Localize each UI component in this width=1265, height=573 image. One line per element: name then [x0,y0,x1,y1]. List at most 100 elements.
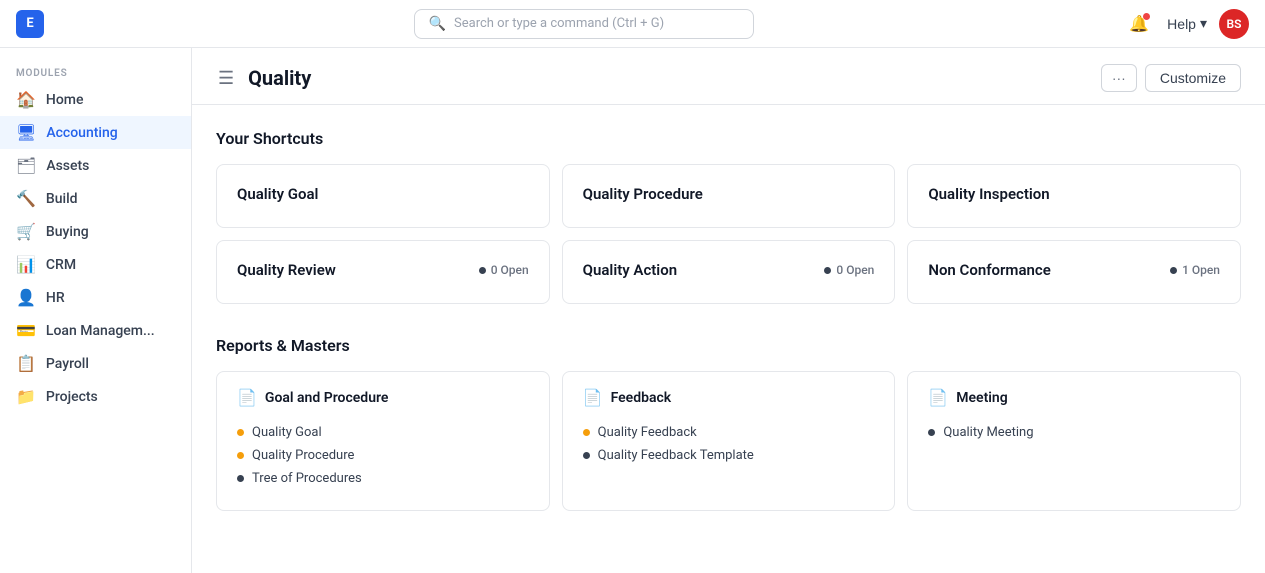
report-card-header: 📄 Meeting [928,388,1220,407]
document-icon: 📄 [583,388,603,407]
sidebar-item-hr[interactable]: 👤 HR [0,281,191,314]
list-dot [583,429,590,436]
hr-icon: 👤 [16,288,36,307]
sidebar-item-label: Build [46,191,78,207]
reports-section: Reports & Masters 📄 Goal and Procedure Q… [216,336,1241,511]
avatar[interactable]: BS [1219,9,1249,39]
main-content: ☰ Quality ··· Customize Your Shortcuts Q… [192,48,1265,573]
list-item[interactable]: Quality Feedback [583,421,875,444]
report-card-goal-procedure[interactable]: 📄 Goal and Procedure Quality Goal Qualit… [216,371,550,511]
search-icon: 🔍 [429,16,446,32]
list-dot [928,429,935,436]
shortcut-card-title: Quality Inspection [928,185,1049,203]
hamburger-button[interactable]: ☰ [216,66,236,91]
list-item-label: Quality Feedback [598,425,697,440]
report-list: Quality Goal Quality Procedure Tree of P… [237,421,529,490]
report-card-header: 📄 Feedback [583,388,875,407]
shortcut-card-title: Non Conformance [928,261,1050,279]
assets-icon: 🗂 [16,156,36,175]
report-card-feedback[interactable]: 📄 Feedback Quality Feedback Quality Feed… [562,371,896,511]
notification-bell[interactable]: 🔔 [1123,8,1155,40]
shortcut-card-title: Quality Procedure [583,185,703,203]
sidebar-item-buying[interactable]: 🛒 Buying [0,215,191,248]
list-item-label: Quality Procedure [252,448,354,463]
topnav-right: 🔔 Help ▾ BS [1123,8,1249,40]
shortcut-card-title: Quality Goal [237,185,318,203]
search-placeholder: Search or type a command (Ctrl + G) [454,16,664,31]
topnav-center: 🔍 Search or type a command (Ctrl + G) [44,9,1123,39]
build-icon: 🔨 [16,189,36,208]
reports-grid: 📄 Goal and Procedure Quality Goal Qualit… [216,371,1241,511]
open-dot [479,267,486,274]
sidebar-item-accounting[interactable]: 🖥 Accounting [0,116,191,149]
sidebar-item-build[interactable]: 🔨 Build [0,182,191,215]
report-list: Quality Feedback Quality Feedback Templa… [583,421,875,467]
sidebar-item-crm[interactable]: 📊 CRM [0,248,191,281]
projects-icon: 📁 [16,387,36,406]
page-title: Quality [248,66,311,90]
list-item-label: Tree of Procedures [252,471,362,486]
sidebar-item-payroll[interactable]: 📋 Payroll [0,347,191,380]
list-item[interactable]: Quality Feedback Template [583,444,875,467]
report-card-title: Feedback [611,390,672,406]
app-icon[interactable]: E [16,10,44,38]
list-item-label: Quality Meeting [943,425,1033,440]
list-item[interactable]: Quality Meeting [928,421,1220,444]
list-dot [237,475,244,482]
home-icon: 🏠 [16,90,36,109]
page-header: ☰ Quality ··· Customize [192,48,1265,105]
shortcut-card-non-conformance[interactable]: Non Conformance 1 Open [907,240,1241,304]
chevron-down-icon: ▾ [1200,15,1207,32]
shortcuts-grid: Quality Goal Quality Procedure Quality I… [216,164,1241,304]
shortcut-card-quality-inspection[interactable]: Quality Inspection [907,164,1241,228]
sidebar: MODULES 🏠 Home 🖥 Accounting 🗂 Assets 🔨 B… [0,48,192,573]
sidebar-item-label: CRM [46,257,76,273]
report-card-header: 📄 Goal and Procedure [237,388,529,407]
list-item[interactable]: Tree of Procedures [237,467,529,490]
sidebar-item-projects[interactable]: 📁 Projects [0,380,191,413]
list-item-label: Quality Goal [252,425,322,440]
shortcut-card-title: Quality Action [583,261,677,279]
accounting-icon: 🖥 [16,123,36,142]
shortcut-card-quality-review[interactable]: Quality Review 0 Open [216,240,550,304]
search-bar[interactable]: 🔍 Search or type a command (Ctrl + G) [414,9,754,39]
list-item[interactable]: Quality Goal [237,421,529,444]
sidebar-item-label: Projects [46,389,98,405]
shortcut-card-quality-goal[interactable]: Quality Goal [216,164,550,228]
report-card-title: Goal and Procedure [265,390,389,406]
buying-icon: 🛒 [16,222,36,241]
open-badge: 1 Open [1170,263,1220,277]
sidebar-item-home[interactable]: 🏠 Home [0,83,191,116]
sidebar-item-label: Home [46,92,84,108]
list-dot [583,452,590,459]
shortcut-card-quality-action[interactable]: Quality Action 0 Open [562,240,896,304]
list-item[interactable]: Quality Procedure [237,444,529,467]
open-badge: 0 Open [479,263,529,277]
open-badge: 0 Open [824,263,874,277]
customize-button[interactable]: Customize [1145,64,1241,92]
page-header-right: ··· Customize [1101,64,1241,92]
shortcuts-section-title: Your Shortcuts [216,129,1241,148]
sidebar-item-assets[interactable]: 🗂 Assets [0,149,191,182]
sidebar-item-label: Assets [46,158,89,174]
sidebar-item-label: Accounting [46,125,117,141]
report-card-meeting[interactable]: 📄 Meeting Quality Meeting [907,371,1241,511]
shortcut-card-quality-procedure[interactable]: Quality Procedure [562,164,896,228]
top-navigation: E 🔍 Search or type a command (Ctrl + G) … [0,0,1265,48]
payroll-icon: 📋 [16,354,36,373]
main-layout: MODULES 🏠 Home 🖥 Accounting 🗂 Assets 🔨 B… [0,48,1265,573]
open-dot [824,267,831,274]
shortcuts-section: Your Shortcuts Quality Goal Quality Proc… [216,129,1241,304]
help-button[interactable]: Help ▾ [1167,15,1207,32]
more-options-button[interactable]: ··· [1101,64,1137,92]
report-list: Quality Meeting [928,421,1220,444]
sidebar-item-loan[interactable]: 💳 Loan Managem... [0,314,191,347]
content-area: Your Shortcuts Quality Goal Quality Proc… [192,105,1265,535]
loan-icon: 💳 [16,321,36,340]
crm-icon: 📊 [16,255,36,274]
sidebar-item-label: Loan Managem... [46,323,155,339]
topnav-left: E [16,10,44,38]
help-label: Help [1167,16,1196,32]
sidebar-section-label: MODULES [0,60,191,83]
list-dot [237,452,244,459]
